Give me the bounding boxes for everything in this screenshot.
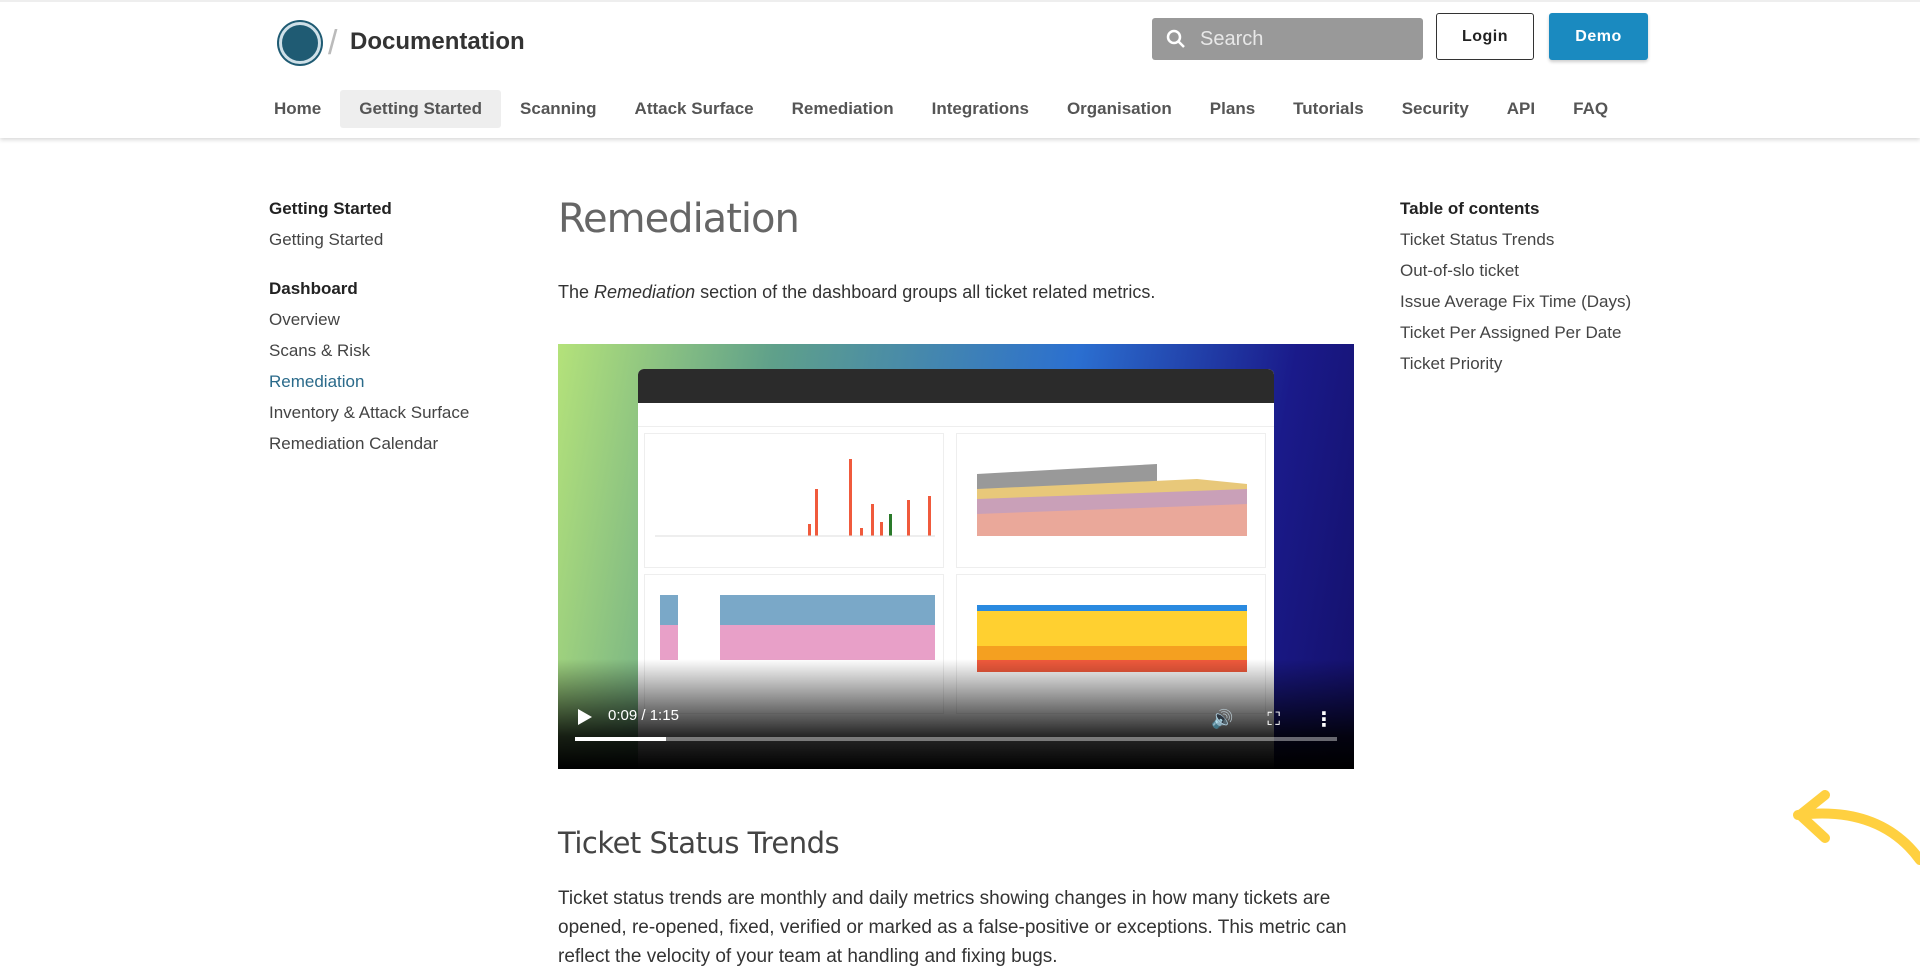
site-header: / Documentation Search Login Demo Home Ge… <box>0 0 1920 138</box>
sidebar-heading: Getting Started <box>269 199 392 218</box>
nav-item-integrations[interactable]: Integrations <box>913 90 1048 128</box>
nav-item-plans[interactable]: Plans <box>1191 90 1274 128</box>
video-time: 0:09 / 1:15 <box>608 707 679 724</box>
intro-text: The Remediation section of the dashboard… <box>558 282 1354 303</box>
page-title: Remediation <box>558 196 800 242</box>
nav-item-remediation[interactable]: Remediation <box>773 90 913 128</box>
fullscreen-icon[interactable]: ⛶ <box>1267 709 1280 730</box>
current-time: 0:09 <box>608 707 638 724</box>
main-content: Remediation The Remediation section of t… <box>558 196 1354 303</box>
nav-item-tutorials[interactable]: Tutorials <box>1274 90 1383 128</box>
nav-item-security[interactable]: Security <box>1383 90 1488 128</box>
table-of-contents: Table of contents Ticket Status Trends Out… <box>1400 199 1631 385</box>
sidebar: Getting Started Getting Started Dashboard O… <box>269 199 469 465</box>
sidebar-item[interactable]: Scans & Risk <box>269 341 469 372</box>
sidebar-heading: Dashboard <box>269 279 358 298</box>
time-separator: / <box>637 707 650 724</box>
demo-button[interactable]: Demo <box>1549 13 1648 60</box>
sidebar-item[interactable]: Overview <box>269 310 469 341</box>
nav-item-scanning[interactable]: Scanning <box>501 90 616 128</box>
volume-icon[interactable]: 🔊 <box>1211 709 1233 730</box>
search-icon <box>1166 29 1185 48</box>
duration: 1:15 <box>649 707 679 724</box>
sidebar-item[interactable]: Getting Started <box>269 230 469 261</box>
nav-item-organisation[interactable]: Organisation <box>1048 90 1191 128</box>
section-heading: Ticket Status Trends <box>558 826 840 860</box>
nav-item-attack-surface[interactable]: Attack Surface <box>616 90 773 128</box>
intro-post: section of the dashboard groups all tick… <box>695 282 1156 302</box>
nav-item-getting-started[interactable]: Getting Started <box>340 90 502 128</box>
play-icon[interactable] <box>578 709 592 725</box>
site-title[interactable]: Documentation <box>350 28 525 56</box>
sidebar-item[interactable]: Inventory & Attack Surface <box>269 403 469 434</box>
search-input[interactable]: Search <box>1152 18 1423 60</box>
sidebar-item[interactable]: Remediation Calendar <box>269 434 469 465</box>
nav-item-home[interactable]: Home <box>274 90 340 128</box>
video-progress-bar[interactable] <box>575 737 1337 741</box>
sidebar-item[interactable]: Remediation <box>269 372 469 403</box>
nav-item-faq[interactable]: FAQ <box>1554 90 1627 128</box>
arrow-icon <box>1793 790 1920 865</box>
toc-item[interactable]: Ticket Per Assigned Per Date <box>1400 323 1631 354</box>
divider: / <box>328 24 338 62</box>
login-button[interactable]: Login <box>1436 13 1534 60</box>
search-placeholder: Search <box>1200 27 1264 50</box>
more-options-icon[interactable]: ⋮ <box>1314 707 1334 732</box>
toc-item[interactable]: Ticket Priority <box>1400 354 1631 385</box>
intro-em: Remediation <box>594 282 696 302</box>
logo[interactable] <box>279 22 321 64</box>
toc-item[interactable]: Issue Average Fix Time (Days) <box>1400 292 1631 323</box>
video-controls: 0:09 / 1:15 🔊 ⛶ ⋮ <box>558 689 1354 769</box>
toc-item[interactable]: Ticket Status Trends <box>1400 230 1631 261</box>
section-text: Ticket status trends are monthly and dai… <box>558 888 1347 967</box>
nav-item-api[interactable]: API <box>1488 90 1554 128</box>
intro-pre: The <box>558 282 595 302</box>
toc-heading: Table of contents <box>1400 199 1540 218</box>
toc-item[interactable]: Out-of-slo ticket <box>1400 261 1631 292</box>
main-nav: Home Getting Started Scanning Attack Surfac… <box>274 90 1627 128</box>
video-player[interactable]: 0:09 / 1:15 🔊 ⛶ ⋮ <box>558 344 1354 769</box>
